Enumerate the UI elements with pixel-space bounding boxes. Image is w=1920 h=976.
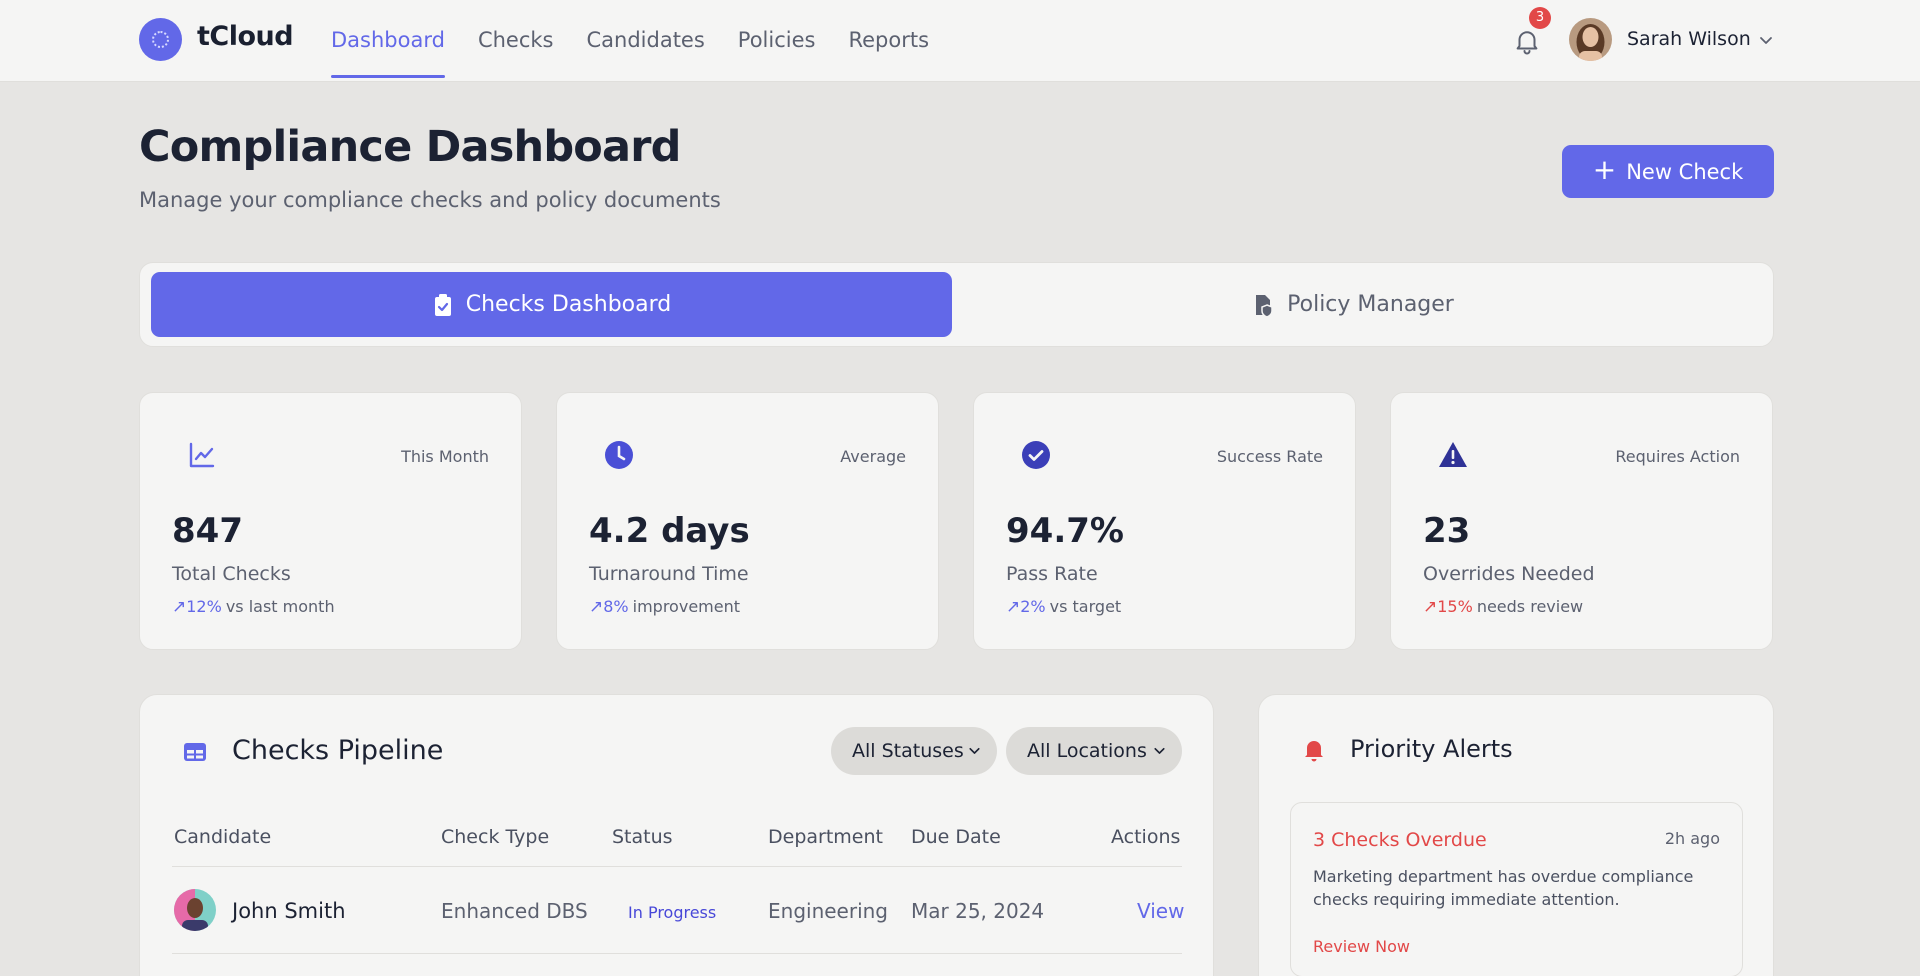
file-shield-icon [1256,294,1273,317]
pipeline-title: Checks Pipeline [232,735,444,766]
check-type: Enhanced DBS [441,899,588,923]
trend-percent: 8% [603,597,629,616]
stat-value: 4.2 days [589,511,750,551]
chart-line-icon [189,442,215,468]
stat-trend: ↗2% vs target [1006,597,1121,617]
stat-card-total-checks: This Month 847 Total Checks ↗12% vs last … [139,392,522,650]
column-header-candidate[interactable]: Candidate [174,826,271,848]
column-header-status[interactable]: Status [612,826,673,848]
trend-up-icon: ↗ [589,597,604,617]
bell-icon [1305,741,1323,762]
trend-up-icon: ↗ [172,597,187,617]
warning-icon [1439,442,1467,467]
stat-label: Pass Rate [1006,563,1098,585]
clipboard-check-icon [434,293,451,316]
column-header-actions: Actions [1111,826,1181,848]
candidate-avatar [174,889,216,931]
stat-period: Success Rate [1216,447,1323,466]
status-filter-value: All Statuses [852,740,964,762]
alert-title: 3 Checks Overdue [1313,829,1487,851]
nav-item-dashboard[interactable]: Dashboard [331,0,445,82]
stat-period: Average [840,447,906,466]
trend-up-icon: ↗ [1006,597,1021,617]
trend-text: vs last month [225,597,335,616]
divider [172,953,1182,954]
stat-card-turnaround: Average 4.2 days Turnaround Time ↗8% impr… [556,392,939,650]
notification-count-badge: 3 [1529,7,1551,29]
stat-trend: ↗12% vs last month [172,597,335,617]
stat-value: 94.7% [1006,511,1124,551]
chevron-down-icon[interactable] [1756,30,1776,50]
stat-label: Total Checks [172,563,291,585]
candidate-name[interactable]: John Smith [232,899,346,923]
plus-icon: + [1592,153,1617,186]
stat-label: Overrides Needed [1423,563,1595,585]
tab-policy-manager[interactable]: Policy Manager [953,272,1754,337]
chevron-down-icon [1154,747,1165,754]
checks-pipeline-panel: Checks Pipeline All Statuses All Locatio… [139,694,1214,976]
logo-icon[interactable] [139,18,182,61]
main-nav: Dashboard Checks Candidates Policies Rep… [331,0,962,82]
check-circle-icon [1022,441,1050,469]
new-check-label: New Check [1626,159,1744,184]
department: Engineering [768,899,888,923]
brand-name[interactable]: tCloud [197,21,294,52]
location-filter-value: All Locations [1027,740,1147,762]
user-avatar[interactable] [1569,18,1612,61]
stat-trend: ↗15% needs review [1423,597,1583,617]
tab-label: Checks Dashboard [465,292,672,317]
nav-item-reports[interactable]: Reports [848,0,929,82]
stat-card-pass-rate: Success Rate 94.7% Pass Rate ↗2% vs targe… [973,392,1356,650]
view-link[interactable]: View [1137,899,1184,923]
review-now-link[interactable]: Review Now [1313,937,1410,956]
trend-text: needs review [1476,597,1584,616]
column-header-due-date[interactable]: Due Date [911,826,1001,848]
nav-item-policies[interactable]: Policies [738,0,816,82]
notification-bell-icon[interactable] [1512,26,1542,56]
tab-checks-dashboard[interactable]: Checks Dashboard [151,272,952,337]
clock-icon [605,441,633,469]
column-header-department[interactable]: Department [768,826,883,848]
trend-text: vs target [1049,597,1122,616]
new-check-button[interactable]: + New Check [1562,145,1774,198]
stat-card-overrides: Requires Action 23 Overrides Needed ↗15%… [1390,392,1773,650]
page-title: Compliance Dashboard [139,122,681,172]
view-tabs: Checks Dashboard Policy Manager [139,262,1774,347]
trend-text: improvement [632,597,740,616]
user-name[interactable]: Sarah Wilson [1627,28,1751,50]
alert-card: 3 Checks Overdue 2h ago Marketing depart… [1290,802,1743,976]
status-filter-select[interactable]: All Statuses [831,727,997,775]
page-subtitle: Manage your compliance checks and policy… [139,188,721,212]
nav-item-checks[interactable]: Checks [478,0,554,82]
location-filter-select[interactable]: All Locations [1006,727,1182,775]
tab-label: Policy Manager [1287,292,1454,317]
stat-period: This Month [401,447,489,466]
status-badge: In Progress [628,903,717,922]
stat-value: 23 [1423,511,1471,551]
trend-up-icon: ↗ [1423,597,1438,617]
stat-value: 847 [172,511,243,551]
trend-percent: 15% [1437,597,1473,616]
nav-item-candidates[interactable]: Candidates [586,0,704,82]
trend-percent: 2% [1020,597,1046,616]
stat-label: Turnaround Time [589,563,749,585]
priority-alerts-panel: Priority Alerts 3 Checks Overdue 2h ago … [1258,694,1774,976]
table-icon [184,743,206,761]
column-header-check-type[interactable]: Check Type [441,826,549,848]
trend-percent: 12% [186,597,222,616]
stat-trend: ↗8% improvement [589,597,740,617]
top-navbar: tCloud Dashboard Checks Candidates Polic… [0,0,1920,82]
alerts-title: Priority Alerts [1350,735,1513,763]
due-date: Mar 25, 2024 [911,899,1045,923]
stat-period: Requires Action [1615,447,1740,466]
divider [172,866,1182,867]
alert-message: Marketing department has overdue complia… [1313,867,1694,909]
chevron-down-icon [969,747,980,754]
alert-timestamp: 2h ago [1664,829,1720,848]
